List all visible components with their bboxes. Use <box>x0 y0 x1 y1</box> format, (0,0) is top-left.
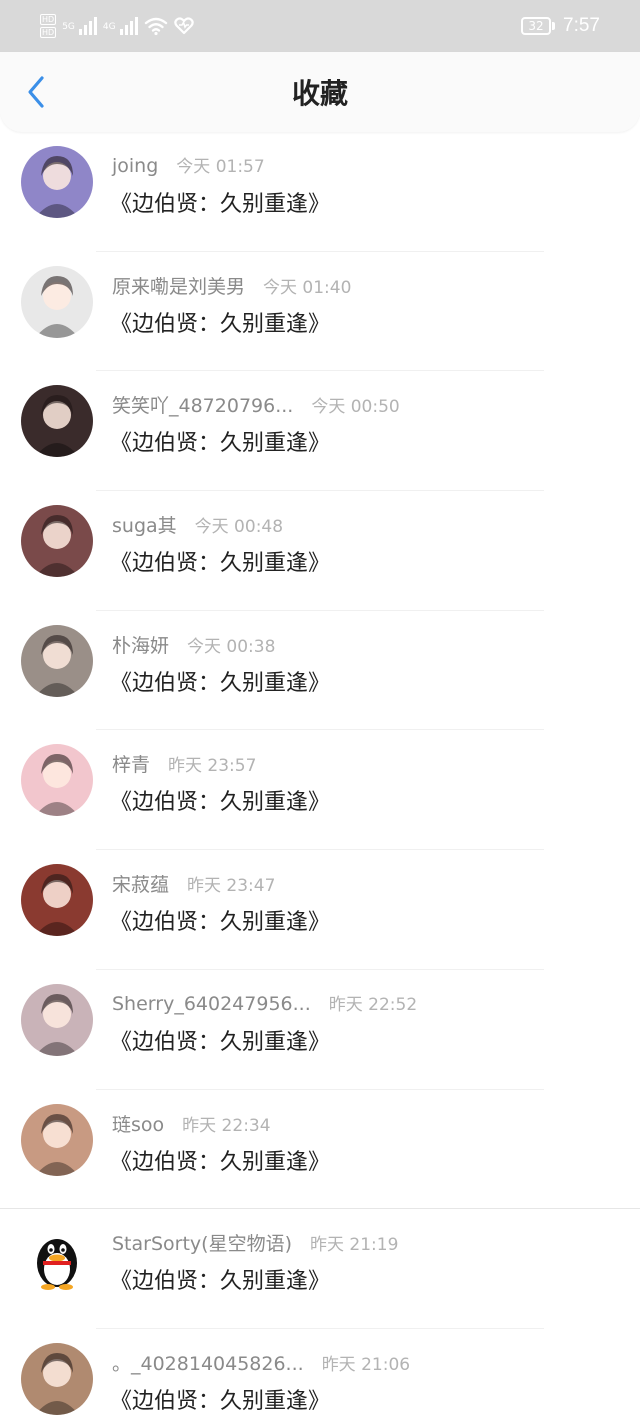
favorite-title[interactable]: 《边伯贤：久别重逢》 <box>110 545 330 577</box>
avatar[interactable] <box>21 1103 93 1176</box>
timestamp: 昨天 22:52 <box>328 994 418 1015</box>
timestamp: 今天 00:38 <box>187 636 276 657</box>
favorite-title[interactable]: 《边伯贤：久别重逢》 <box>110 425 330 457</box>
avatar[interactable] <box>21 146 93 218</box>
user-avatar-icon <box>21 505 93 578</box>
user-name[interactable]: joing <box>112 155 158 177</box>
user-name[interactable]: 梓青 <box>112 750 150 777</box>
timestamp: 今天 01:40 <box>263 277 352 298</box>
status-right: 32 7:57 <box>521 15 600 37</box>
user-name[interactable]: 原来嘞是刘美男 <box>112 272 245 299</box>
list-item[interactable]: 笑笑吖_48720796... 今天 00:50 《边伯贤：久别重逢》 <box>0 371 640 492</box>
hd-indicators: HD HD <box>40 14 57 38</box>
user-name[interactable]: Sherry_640247956... <box>112 993 311 1015</box>
avatar[interactable] <box>21 864 93 937</box>
avatar[interactable] <box>21 1223 93 1296</box>
list-item[interactable]: StarSorty(星空物语) 昨天 21:19 《边伯贤：久别重逢》 <box>0 1209 640 1329</box>
list-item[interactable]: 宋菽蕴 昨天 23:47 《边伯贤：久别重逢》 <box>0 850 640 970</box>
user-name[interactable]: 朴海妍 <box>112 631 169 658</box>
avatar[interactable] <box>21 983 93 1056</box>
user-name[interactable]: suga其 <box>112 511 177 538</box>
favorite-title[interactable]: 《边伯贤：久别重逢》 <box>110 665 330 697</box>
list-item[interactable]: 原来嘞是刘美男 今天 01:40 《边伯贤：久别重逢》 <box>0 252 640 372</box>
item-meta: 朴海妍 今天 00:38 <box>112 631 275 658</box>
favorite-title[interactable]: 《边伯贤：久别重逢》 <box>110 1263 330 1295</box>
timestamp: 昨天 21:06 <box>321 1354 411 1375</box>
item-meta: 笑笑吖_48720796... 今天 00:50 <box>112 391 400 418</box>
favorite-title[interactable]: 《边伯贤：久别重逢》 <box>110 784 330 816</box>
avatar[interactable] <box>21 385 93 458</box>
favorite-title[interactable]: 《边伯贤：久别重逢》 <box>110 1144 330 1176</box>
item-meta: suga其 今天 00:48 <box>112 511 283 538</box>
list-item[interactable]: 。_402814045826... 昨天 21:06 《边伯贤：久别重逢》 <box>0 1329 640 1422</box>
avatar[interactable] <box>21 505 93 578</box>
timestamp: 昨天 21:19 <box>309 1235 399 1256</box>
item-meta: StarSorty(星空物语) 昨天 21:19 <box>112 1229 398 1256</box>
list-item[interactable]: suga其 今天 00:48 《边伯贤：久别重逢》 <box>0 491 640 611</box>
back-button[interactable] <box>18 74 54 110</box>
favorite-title[interactable]: 《边伯贤：久别重逢》 <box>110 904 330 936</box>
user-name[interactable]: StarSorty(星空物语) <box>112 1229 292 1256</box>
user-name[interactable]: 笑笑吖_48720796... <box>112 391 293 418</box>
hd-badge: HD <box>40 14 57 25</box>
battery-level: 32 <box>528 19 544 33</box>
item-meta: joing 今天 01:57 <box>112 152 265 177</box>
user-avatar-icon <box>21 146 93 218</box>
timestamp: 昨天 23:47 <box>187 876 276 897</box>
battery-icon: 32 <box>521 17 556 35</box>
network-5g-label: 5G <box>62 22 75 32</box>
timestamp: 昨天 23:57 <box>168 756 257 777</box>
item-meta: 琏soo 昨天 22:34 <box>112 1110 271 1137</box>
user-avatar-icon <box>21 864 93 937</box>
list-item[interactable]: Sherry_640247956... 昨天 22:52 《边伯贤：久别重逢》 <box>0 970 640 1090</box>
status-clock: 7:57 <box>563 15 600 36</box>
user-avatar-icon <box>21 744 93 817</box>
favorites-list: joing 今天 01:57 《边伯贤：久别重逢》 原来嘞是刘美男 今天 01:40 《边… <box>0 132 640 1422</box>
wifi-icon <box>144 17 167 36</box>
user-name[interactable]: 。_402814045826... <box>112 1349 304 1376</box>
timestamp: 今天 00:50 <box>311 397 400 418</box>
status-left: HD HD 5G 4G <box>40 14 194 38</box>
avatar[interactable] <box>21 624 93 697</box>
list-item[interactable]: joing 今天 01:57 《边伯贤：久别重逢》 <box>0 132 640 252</box>
hd-badge: HD <box>40 27 57 38</box>
page-title: 收藏 <box>291 77 348 110</box>
user-avatar-icon <box>21 265 93 338</box>
timestamp: 今天 00:48 <box>194 517 284 538</box>
list-item[interactable]: 朴海妍 今天 00:38 《边伯贤：久别重逢》 <box>0 611 640 731</box>
user-avatar-icon <box>21 624 93 697</box>
chevron-left-icon <box>28 76 44 108</box>
user-avatar-icon <box>21 1103 93 1176</box>
user-name[interactable]: 宋菽蕴 <box>112 870 169 897</box>
list-item[interactable]: 梓青 昨天 23:57 《边伯贤：久别重逢》 <box>0 730 640 851</box>
item-meta: 梓青 昨天 23:57 <box>112 750 256 777</box>
item-meta: 宋菽蕴 昨天 23:47 <box>112 870 275 897</box>
user-avatar-icon <box>21 1342 93 1415</box>
favorite-title[interactable]: 《边伯贤：久别重逢》 <box>110 186 330 218</box>
timestamp: 今天 01:57 <box>176 157 265 177</box>
network-4g-label: 4G <box>102 22 116 32</box>
top-bar: 收藏 <box>0 52 640 132</box>
avatar[interactable] <box>21 744 93 817</box>
item-meta: Sherry_640247956... 昨天 22:52 <box>112 990 417 1015</box>
penguin-avatar-icon <box>21 1223 93 1296</box>
signal-bars-icon <box>119 17 138 35</box>
item-meta: 。_402814045826... 昨天 21:06 <box>112 1349 410 1376</box>
favorite-title[interactable]: 《边伯贤：久别重逢》 <box>110 1024 330 1056</box>
avatar[interactable] <box>21 265 93 338</box>
status-bar: HD HD 5G 4G 32 7:57 <box>0 0 640 52</box>
heart-icon <box>173 17 194 35</box>
item-meta: 原来嘞是刘美男 今天 01:40 <box>112 272 351 299</box>
favorite-title[interactable]: 《边伯贤：久别重逢》 <box>110 1383 330 1415</box>
avatar[interactable] <box>21 1342 93 1415</box>
user-avatar-icon <box>21 983 93 1056</box>
user-avatar-icon <box>21 385 93 458</box>
list-item[interactable]: 琏soo 昨天 22:34 《边伯贤：久别重逢》 <box>0 1090 640 1210</box>
signal-bars-icon <box>78 17 97 35</box>
user-name[interactable]: 琏soo <box>112 1110 164 1137</box>
timestamp: 昨天 22:34 <box>182 1115 271 1136</box>
favorite-title[interactable]: 《边伯贤：久别重逢》 <box>110 306 330 338</box>
